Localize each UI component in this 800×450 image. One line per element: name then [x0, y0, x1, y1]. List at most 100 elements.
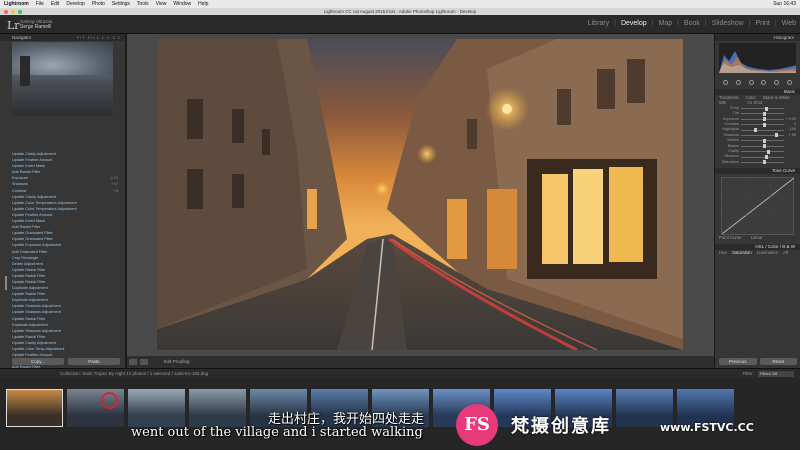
- history-item-label: Update Radial Filter: [12, 279, 46, 284]
- image-canvas: [127, 34, 714, 356]
- adjustment-brush-icon[interactable]: [787, 79, 793, 85]
- slider-track[interactable]: [741, 138, 784, 143]
- identity-plate: Getting Ultrastia Serge Ramelli: [20, 19, 52, 30]
- navigator-zoom-options[interactable]: FIT FILL 1:1 3:1: [77, 34, 121, 41]
- before-after-button[interactable]: [140, 358, 149, 365]
- slider-track[interactable]: [741, 122, 784, 127]
- menu-develop[interactable]: Develop: [66, 1, 84, 7]
- menu-tools[interactable]: Tools: [137, 1, 149, 7]
- navigator-header[interactable]: Navigator FIT FILL 1:1 3:1: [0, 34, 125, 41]
- soft-proofing-toggle[interactable]: Soft Proofing: [164, 359, 190, 364]
- tone-curve-line: [721, 177, 795, 235]
- slider-track[interactable]: [741, 111, 784, 116]
- history-item-label: Update Feather Amount: [12, 158, 53, 163]
- slider-track[interactable]: [741, 133, 784, 138]
- subtitle-english: went out of the village and i started wa…: [131, 425, 423, 440]
- graduated-filter-icon[interactable]: [761, 79, 767, 85]
- tone-curve-graph[interactable]: [721, 177, 795, 236]
- slider-thumb[interactable]: [775, 133, 779, 138]
- history-item-label: Contrast: [12, 188, 27, 193]
- slider-thumb[interactable]: [766, 149, 770, 154]
- navigator-preview[interactable]: [12, 42, 113, 116]
- history-item-label: Update Clarity Adjustment: [12, 340, 56, 345]
- slider-thumb[interactable]: [762, 122, 766, 127]
- module-slideshow[interactable]: Slideshow: [712, 20, 744, 27]
- module-web[interactable]: Web: [782, 20, 796, 27]
- treatment-bw-option[interactable]: Black & White: [763, 95, 790, 100]
- slider-thumb[interactable]: [762, 138, 766, 143]
- menu-file[interactable]: File: [36, 1, 44, 7]
- module-print[interactable]: Print: [755, 20, 769, 27]
- slider-track[interactable]: [741, 128, 784, 133]
- histogram-header[interactable]: Histogram: [715, 34, 800, 41]
- menu-view[interactable]: View: [156, 1, 167, 7]
- tool-strip: [719, 78, 796, 86]
- previous-reset-bar: Previous Reset: [719, 358, 797, 365]
- copy-button[interactable]: Copy...: [12, 358, 64, 365]
- hsl-tab-luminance[interactable]: Luminance: [757, 250, 778, 255]
- slider-thumb[interactable]: [753, 128, 757, 133]
- cursor-highlight-ring: [101, 392, 118, 409]
- slider-track[interactable]: [741, 106, 784, 111]
- module-bar: Lr Getting Ultrastia Serge Ramelli Libra…: [0, 15, 800, 34]
- filmstrip-thumbnail[interactable]: [6, 389, 63, 427]
- history-item-label: Update Color Temp Adjustment: [12, 347, 65, 351]
- filmstrip-thumbnail[interactable]: [128, 389, 185, 427]
- slider-track[interactable]: [741, 117, 784, 122]
- module-map[interactable]: Map: [658, 20, 672, 27]
- history-item-label: Exposure: [12, 176, 29, 181]
- reset-button[interactable]: Reset: [759, 358, 797, 365]
- loupe-view-button[interactable]: [129, 358, 137, 365]
- slider-thumb[interactable]: [763, 117, 767, 122]
- slider-track[interactable]: [741, 149, 784, 154]
- tone-curve-header[interactable]: Tone Curve: [715, 168, 800, 175]
- street-photo-image: [157, 39, 683, 350]
- history-item-label: Update Clarity Adjustment: [12, 152, 56, 156]
- main-photo[interactable]: [157, 39, 683, 350]
- paste-button[interactable]: Paste: [68, 358, 120, 365]
- filter-label: Filter:: [742, 371, 754, 376]
- window-controls: [4, 9, 22, 14]
- wb-select[interactable]: As Shot: [747, 100, 762, 105]
- history-item-label: Update Radial Filter: [12, 316, 46, 321]
- slider-track[interactable]: [741, 160, 784, 165]
- module-develop[interactable]: Develop: [621, 20, 647, 27]
- slider-thumb[interactable]: [762, 144, 766, 149]
- history-item-label: Update Invert Mask: [12, 219, 45, 224]
- menu-app-name[interactable]: Lightroom: [4, 1, 29, 7]
- treatment-color-option[interactable]: Color: [746, 95, 756, 100]
- filter-select[interactable]: Filters Off: [758, 370, 794, 377]
- menu-window[interactable]: Window: [173, 1, 191, 7]
- navigator-label: Navigator: [12, 35, 32, 40]
- menu-photo[interactable]: Photo: [92, 1, 105, 7]
- hsl-tab-saturation[interactable]: Saturation: [732, 250, 752, 255]
- slider-thumb[interactable]: [764, 106, 768, 111]
- slider-track[interactable]: [741, 144, 784, 149]
- slider-track[interactable]: [741, 155, 784, 160]
- zoom-window-button[interactable]: [18, 9, 22, 14]
- slider-thumb[interactable]: [762, 111, 766, 116]
- menu-help[interactable]: Help: [198, 1, 208, 7]
- history-item-label: Update Shadows Adjustment: [12, 310, 61, 315]
- spot-removal-icon[interactable]: [735, 79, 741, 85]
- close-window-button[interactable]: [4, 9, 8, 14]
- menu-settings[interactable]: Settings: [112, 1, 130, 7]
- history-item-label: Update Radial Filter: [12, 334, 46, 339]
- slider-saturation[interactable]: Saturation: [719, 160, 796, 165]
- crop-tool-icon[interactable]: [722, 79, 728, 85]
- hsl-tab-hue[interactable]: Hue: [719, 250, 727, 255]
- window-title: Lightroom CC cat August 2015.lrcat - Ado…: [323, 9, 477, 14]
- slider-label: Saturation: [721, 159, 739, 164]
- module-library[interactable]: Library: [588, 20, 609, 27]
- history-scrollbar[interactable]: [5, 276, 7, 290]
- radial-filter-icon[interactable]: [774, 79, 780, 85]
- module-book[interactable]: Book: [684, 20, 700, 27]
- menu-edit[interactable]: Edit: [51, 1, 60, 7]
- previous-button[interactable]: Previous: [719, 358, 757, 365]
- filmstrip-thumbnail[interactable]: [189, 389, 246, 427]
- red-eye-icon[interactable]: [748, 79, 754, 85]
- hsl-tab-all[interactable]: All: [783, 250, 788, 255]
- slider-thumb[interactable]: [764, 155, 768, 160]
- minimize-window-button[interactable]: [11, 9, 15, 14]
- slider-thumb[interactable]: [762, 160, 766, 165]
